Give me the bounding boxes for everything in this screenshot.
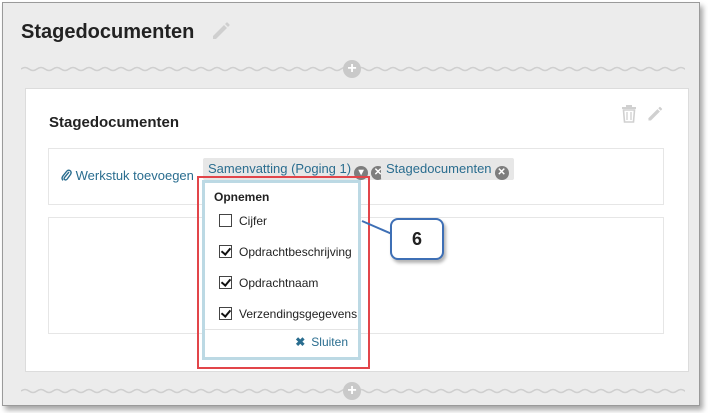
checkbox[interactable] bbox=[219, 245, 232, 258]
close-button[interactable]: ✖ Sluiten bbox=[295, 335, 348, 349]
add-block-plus-icon[interactable]: + bbox=[343, 382, 361, 400]
close-icon: ✖ bbox=[295, 335, 306, 349]
pencil-icon[interactable] bbox=[646, 105, 664, 128]
callout-pointer bbox=[361, 220, 393, 235]
pencil-icon[interactable] bbox=[210, 20, 232, 47]
attachment-tag-label: Stagedocumenten bbox=[386, 161, 492, 176]
card-actions bbox=[616, 105, 664, 128]
option-label: Opdrachtbeschrijving bbox=[239, 245, 352, 259]
option-label: Cijfer bbox=[239, 214, 268, 228]
add-werkstuk-label: Werkstuk toevoegen bbox=[75, 168, 194, 183]
callout-number: 6 bbox=[390, 218, 444, 260]
checkbox[interactable] bbox=[219, 276, 232, 289]
page-title: Stagedocumenten bbox=[21, 21, 195, 43]
option-opdrachtbeschrijving[interactable]: Opdrachtbeschrijving bbox=[219, 245, 352, 259]
paperclip-icon bbox=[61, 168, 76, 183]
attachment-tag[interactable]: Stagedocumenten ✕ bbox=[381, 158, 514, 180]
checkbox[interactable] bbox=[219, 307, 232, 320]
add-werkstuk-link[interactable]: Werkstuk toevoegen bbox=[61, 168, 194, 183]
add-block-plus-icon[interactable]: + bbox=[343, 60, 361, 78]
dropdown-heading: Opnemen bbox=[214, 190, 270, 204]
dropdown-divider bbox=[205, 329, 358, 330]
option-opdrachtnaam[interactable]: Opdrachtnaam bbox=[219, 276, 318, 290]
include-options-dropdown: Opnemen Cijfer Opdrachtbeschrijving Opdr… bbox=[202, 180, 361, 360]
attachment-tag-label: Samenvatting (Poging 1) bbox=[208, 161, 352, 176]
option-verzendingsgegevens[interactable]: Verzendingsgegevens bbox=[219, 307, 357, 321]
option-label: Opdrachtnaam bbox=[239, 276, 319, 290]
close-label: Sluiten bbox=[311, 335, 348, 349]
option-label: Verzendingsgegevens bbox=[239, 307, 358, 321]
close-icon[interactable]: ✕ bbox=[494, 166, 509, 180]
section-title: Stagedocumenten bbox=[49, 114, 180, 131]
trash-icon[interactable] bbox=[621, 105, 637, 128]
checkbox[interactable] bbox=[219, 214, 232, 227]
option-cijfer[interactable]: Cijfer bbox=[219, 214, 267, 228]
